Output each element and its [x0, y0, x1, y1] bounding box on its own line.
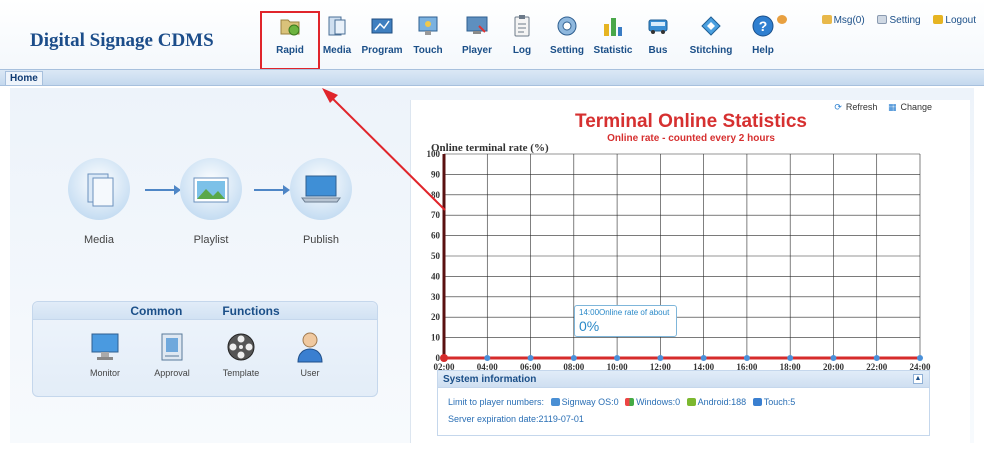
- common-functions-heading: Common Functions: [33, 302, 377, 320]
- data-point: [830, 355, 837, 361]
- data-point: [484, 355, 491, 361]
- y-tick-label: 90: [431, 169, 441, 179]
- stitching-icon: [701, 16, 721, 36]
- y-tick-label: 40: [431, 271, 441, 281]
- user-icon: [776, 15, 787, 24]
- touch-icon: [418, 16, 438, 35]
- signway-icon: [550, 398, 560, 406]
- data-point: [700, 355, 707, 361]
- windows-icon: [625, 398, 635, 406]
- touch-icon: [752, 398, 762, 406]
- common-functions-panel: Common Functions Monitor Approval Templat…: [32, 301, 378, 397]
- nav-bus[interactable]: Bus: [633, 14, 683, 64]
- app-title: Digital Signage CDMS: [30, 30, 214, 51]
- nav-touch[interactable]: Touch: [403, 14, 453, 64]
- y-tick-label: 20: [431, 312, 441, 322]
- y-tick-label: 100: [427, 150, 441, 159]
- log-icon: [514, 15, 530, 37]
- header: Digital Signage CDMS Rapid Media Program…: [0, 0, 984, 70]
- nav-program[interactable]: Program: [357, 14, 407, 64]
- workflow-publish[interactable]: [290, 158, 352, 220]
- setting-small-icon: [877, 15, 888, 24]
- y-tick-label: 80: [431, 190, 441, 200]
- collapse-button[interactable]: ▲: [913, 374, 923, 384]
- y-tick-label: 70: [431, 210, 441, 220]
- top-links: Msg(0) Setting Logout: [767, 15, 976, 26]
- data-point: [873, 355, 880, 361]
- func-monitor[interactable]: Monitor: [75, 330, 135, 378]
- func-approval[interactable]: Approval: [142, 330, 202, 378]
- data-point: [570, 355, 577, 361]
- publish-laptop-icon: [301, 175, 341, 203]
- data-point: [787, 355, 794, 361]
- tab-home[interactable]: Home: [5, 71, 43, 85]
- media-doc-icon: [87, 173, 114, 207]
- change-button[interactable]: ▦ Change: [884, 102, 932, 112]
- nav-statistic[interactable]: Statistic: [588, 14, 638, 64]
- func-template[interactable]: Template: [211, 330, 271, 378]
- android-icon: [686, 398, 696, 406]
- data-point: [743, 355, 750, 361]
- system-info-panel: System information ▲ Limit to player num…: [437, 370, 930, 436]
- approval-icon: [161, 333, 183, 361]
- tab-bar: Home: [0, 69, 984, 86]
- func-user[interactable]: User: [280, 330, 340, 378]
- chart-title: Terminal Online Statistics: [575, 111, 807, 132]
- online-rate-chart: 010203040506070809010002:00 04:00 06:00 08:…: [427, 150, 931, 372]
- tooltip-value: 0%: [579, 318, 600, 334]
- player-icon: [466, 16, 488, 34]
- data-point: [440, 354, 448, 362]
- user-icon: [297, 332, 323, 363]
- main-area: Media Playlist Publish Common Functions M…: [10, 88, 974, 443]
- bus-icon: [648, 19, 668, 34]
- data-point: [527, 355, 534, 361]
- refresh-icon: ⟳: [834, 102, 842, 112]
- y-tick-label: 10: [431, 333, 441, 343]
- workflow-playlist-label: Playlist: [193, 234, 229, 246]
- workflow-media[interactable]: [68, 158, 130, 220]
- media-icon: [328, 16, 346, 36]
- chart-panel: ⟳ Refresh ▦ Change Terminal Online Statist…: [410, 100, 970, 443]
- change-icon: ▦: [887, 102, 897, 112]
- nav-setting[interactable]: Setting: [542, 14, 592, 64]
- workflow-arrow: [145, 185, 181, 195]
- data-point: [917, 355, 923, 361]
- workflow-publish-label: Publish: [302, 234, 340, 246]
- nav-player[interactable]: Player: [452, 14, 502, 64]
- system-info-heading: System information ▲: [438, 371, 929, 388]
- rapid-highlight-box: [260, 11, 320, 70]
- setting-link[interactable]: Setting: [877, 15, 921, 26]
- monitor-icon: [91, 333, 119, 360]
- refresh-button[interactable]: ⟳ Refresh: [830, 102, 877, 112]
- playlist-photo-icon: [193, 177, 229, 203]
- program-icon: [371, 18, 393, 34]
- nav-log[interactable]: Log: [497, 14, 547, 64]
- mail-icon: [821, 15, 832, 24]
- workflow-playlist[interactable]: [180, 158, 242, 220]
- y-tick-label: 60: [431, 231, 441, 241]
- chart-tools: ⟳ Refresh ▦ Change: [826, 102, 932, 113]
- msg-link[interactable]: Msg(0): [821, 15, 865, 26]
- chart-subtitle: Online rate - counted every 2 hours: [607, 133, 775, 144]
- data-point: [657, 355, 664, 361]
- user-link[interactable]: [776, 15, 789, 26]
- data-point: [614, 355, 621, 361]
- server-expiration: Server expiration date:2119-07-01: [448, 414, 584, 424]
- statistic-icon: [604, 18, 622, 36]
- workflow-arrow: [254, 185, 290, 195]
- logout-link[interactable]: Logout: [933, 15, 976, 26]
- workflow-media-label: Media: [84, 234, 114, 246]
- y-tick-label: 50: [431, 251, 441, 261]
- template-reel-icon: [227, 333, 255, 361]
- y-tick-label: 30: [431, 292, 441, 302]
- player-limits: Limit to player numbers: Signway OS:0 Wi…: [448, 397, 796, 407]
- nav-stitching[interactable]: Stitching: [686, 14, 736, 64]
- setting-icon: [557, 16, 577, 36]
- key-icon: [933, 15, 944, 24]
- chart-tooltip: 14:00Online rate of about 0%: [574, 305, 677, 337]
